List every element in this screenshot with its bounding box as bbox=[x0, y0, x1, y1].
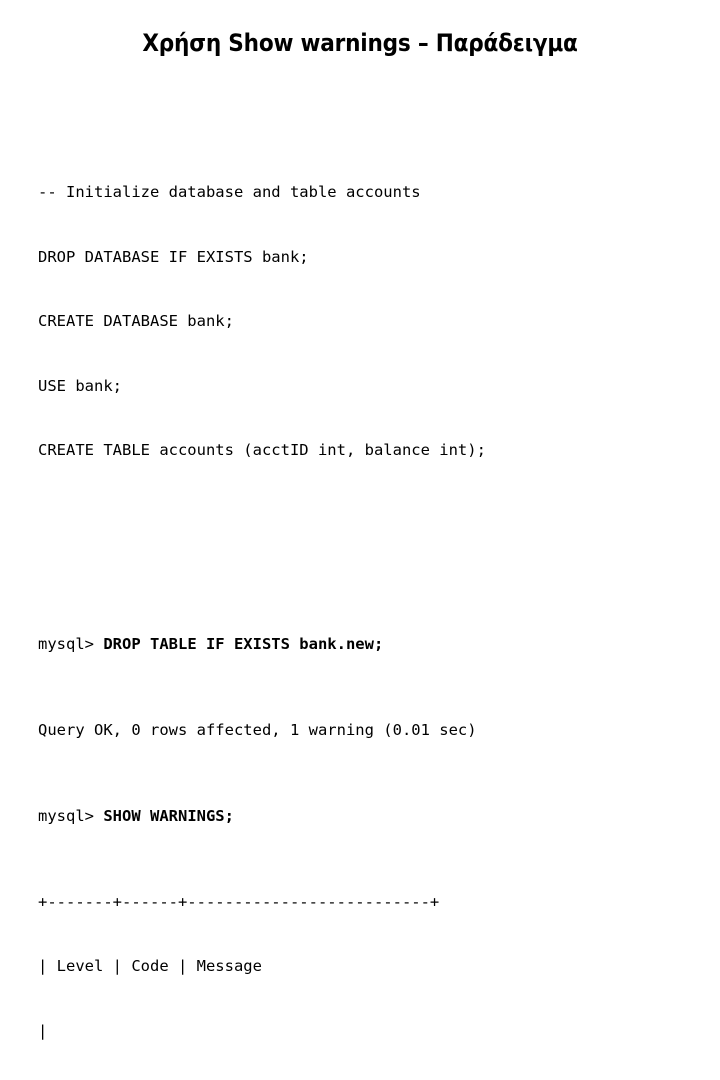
result-table-header-wrap: | bbox=[38, 1021, 48, 1040]
code-line-use-bank: USE bank; bbox=[38, 376, 122, 395]
terminal-line-command-show-warnings: mysql> SHOW WARNINGS; bbox=[38, 806, 698, 828]
result-table-header-row: | Level | Code | Message bbox=[38, 957, 262, 975]
mysql-prompt: mysql> bbox=[38, 634, 104, 653]
code-listing: -- Initialize database and table account… bbox=[38, 96, 698, 1080]
code-line-drop-database: DROP DATABASE IF EXISTS bank; bbox=[38, 247, 309, 266]
sql-command-show-warnings: SHOW WARNINGS; bbox=[103, 806, 234, 825]
terminal-line-query-result: Query OK, 0 rows affected, 1 warning (0.… bbox=[38, 720, 477, 739]
code-line-spacer bbox=[38, 526, 698, 548]
mysql-prompt: mysql> bbox=[38, 806, 104, 825]
page-title: Χρήση Show warnings – Παράδειγμα bbox=[142, 29, 578, 57]
code-line-create-table: CREATE TABLE accounts (acctID int, balan… bbox=[38, 441, 486, 459]
result-table-top-border: +-------+------+------------------------… bbox=[38, 892, 440, 911]
code-line-create-database: CREATE DATABASE bank; bbox=[38, 312, 234, 330]
terminal-line-command-drop-table: mysql> DROP TABLE IF EXISTS bank.new; bbox=[38, 634, 698, 656]
sql-command-drop-table: DROP TABLE IF EXISTS bank.new; bbox=[103, 634, 384, 653]
code-line-comment: -- Initialize database and table account… bbox=[38, 183, 421, 201]
